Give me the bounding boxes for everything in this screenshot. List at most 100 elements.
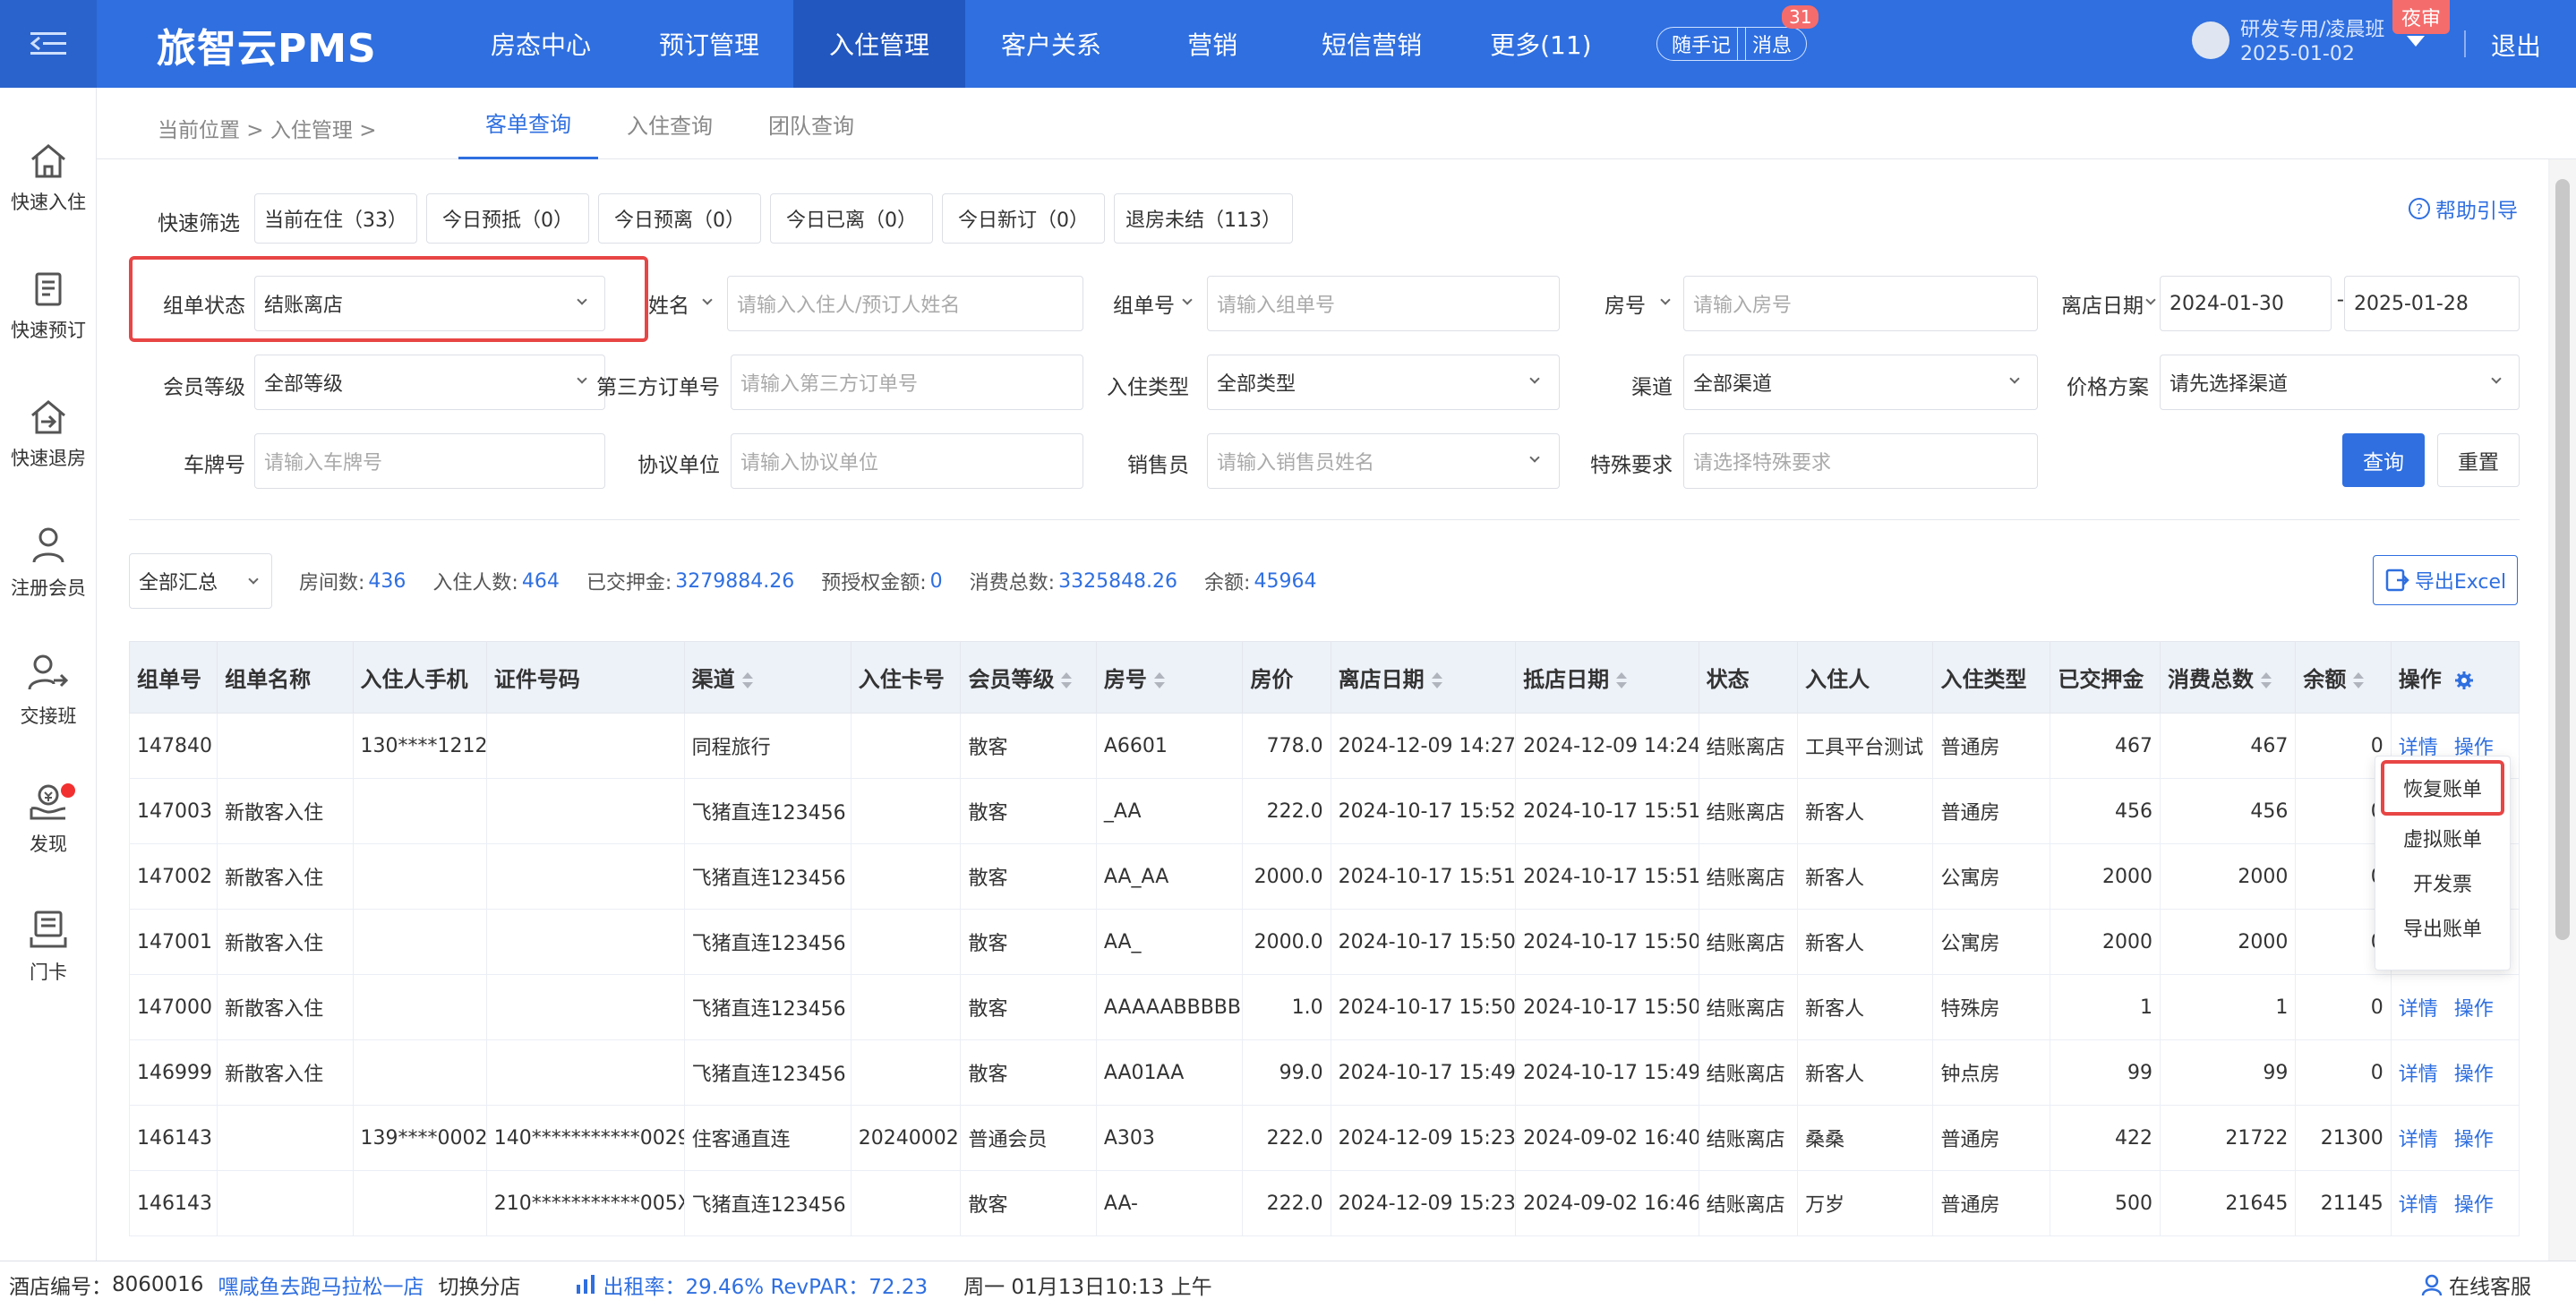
sidebar-item-room-card[interactable]: 门卡 <box>0 893 97 1001</box>
reset-button[interactable]: 重置 <box>2437 433 2520 487</box>
sort-icon[interactable] <box>2261 672 2272 688</box>
main-nav: 房态中心 预订管理 入住管理 客户关系 营销 短信营销 更多(11) <box>457 0 1626 88</box>
table-cell: 散客 <box>960 1170 1097 1236</box>
special-select[interactable]: 请选择特殊要求 <box>1683 433 2038 489</box>
action-link[interactable]: 操作 <box>2454 1194 2494 1217</box>
nav-checkin-management[interactable]: 入住管理 <box>793 0 966 88</box>
depart-date-from[interactable]: 2024-01-30 <box>2160 276 2332 331</box>
sales-select[interactable]: 请输入销售员姓名 <box>1207 433 1560 489</box>
sort-icon[interactable] <box>741 672 753 688</box>
logout-button[interactable]: 退出 <box>2491 27 2541 63</box>
sidebar-item-quick-checkin[interactable]: 快速入住 <box>0 125 97 233</box>
topbar-divider <box>2464 30 2466 57</box>
agreement-input[interactable]: 请输入协议单位 <box>731 433 1083 489</box>
export-excel-button[interactable]: 导出Excel <box>2373 555 2518 605</box>
switch-branch-button[interactable]: 切换分店 <box>438 1270 520 1300</box>
sort-icon[interactable] <box>1616 672 1628 688</box>
table-cell: 普通房 <box>1932 1170 2051 1236</box>
memo-button[interactable]: 随手记 <box>1656 27 1747 61</box>
menu-item-restore-bill[interactable]: 恢复账单 <box>2381 760 2504 816</box>
detail-link[interactable]: 详情 <box>2399 1129 2438 1151</box>
nav-customer-relations[interactable]: 客户关系 <box>965 0 1137 88</box>
col-balance[interactable]: 余额 <box>2295 641 2392 714</box>
table-cell: 99 <box>2050 1039 2161 1106</box>
sidebar-item-label: 注册会员 <box>11 577 86 599</box>
sort-icon[interactable] <box>1061 672 1073 688</box>
query-button[interactable]: 查询 <box>2342 433 2425 487</box>
sidebar-item-shift-handover[interactable]: 交接班 <box>0 637 97 745</box>
table-actions-cell: 详情操作 <box>2390 1105 2520 1171</box>
hotel-name[interactable]: 嘿咸鱼去跑马拉松一店 <box>218 1270 424 1300</box>
group-no-input[interactable]: 请输入组单号 <box>1207 276 1560 331</box>
table-cell: 467 <box>2050 713 2161 779</box>
col-member-level[interactable]: 会员等级 <box>960 641 1097 714</box>
detail-link[interactable]: 详情 <box>2399 1194 2438 1217</box>
room-no-label: 房号 <box>1605 295 1646 318</box>
message-button[interactable]: 消息 <box>1737 27 1808 61</box>
sidebar-item-quick-checkout[interactable]: 快速退房 <box>0 381 97 489</box>
sort-icon[interactable] <box>1153 672 1165 688</box>
user-info[interactable]: 研发专用/凌晨班 2025-01-02 <box>2240 18 2384 66</box>
tab-group-query[interactable]: 团队查询 <box>741 88 881 159</box>
help-guide-link[interactable]: ? 帮助引导 <box>2409 193 2518 224</box>
sort-icon[interactable] <box>2353 672 2365 688</box>
nav-more[interactable]: 更多(11) <box>1456 0 1625 88</box>
tab-checkin-query[interactable]: 入住查询 <box>600 88 740 159</box>
online-service-button[interactable]: 在线客服 <box>2449 1270 2531 1300</box>
detail-link[interactable]: 详情 <box>2399 1064 2438 1086</box>
menu-toggle-button[interactable] <box>0 0 97 88</box>
quick-filter-new-bookings[interactable]: 今日新订（0） <box>942 193 1105 244</box>
quick-filter-arrivals[interactable]: 今日预抵（0） <box>426 193 589 244</box>
nav-marketing[interactable]: 营销 <box>1137 0 1288 88</box>
room-no-input[interactable]: 请输入房号 <box>1683 276 2038 331</box>
sidebar-item-label: 门卡 <box>30 962 67 983</box>
channel-select[interactable]: 全部渠道 <box>1683 355 2038 410</box>
table-cell: 147003 <box>128 778 218 844</box>
scrollbar-thumb[interactable] <box>2555 179 2570 940</box>
action-link[interactable]: 操作 <box>2454 1129 2494 1151</box>
col-consumption[interactable]: 消费总数 <box>2160 641 2297 714</box>
menu-item-virtual-bill[interactable]: 虚拟账单 <box>2375 816 2510 860</box>
col-channel[interactable]: 渠道 <box>683 641 852 714</box>
menu-item-export-bill[interactable]: 导出账单 <box>2375 905 2510 950</box>
quick-filter-unsettled[interactable]: 退房未结（113） <box>1114 193 1293 244</box>
table-row: 147840 130****1212 同程旅行 散客 A6601 778.0 2024-12… <box>128 713 2520 779</box>
menu-item-invoice[interactable]: 开发票 <box>2375 860 2510 905</box>
avatar[interactable] <box>2192 21 2229 59</box>
quick-filter-departures[interactable]: 今日预离（0） <box>598 193 761 244</box>
nav-room-status[interactable]: 房态中心 <box>457 0 625 88</box>
group-status-highlight <box>129 256 648 342</box>
third-party-label: 第三方订单号 <box>596 376 720 399</box>
action-link[interactable]: 操作 <box>2454 1064 2494 1086</box>
table-cell: 普通会员 <box>960 1105 1097 1171</box>
table-cell: 0 <box>2295 974 2392 1040</box>
col-arrive-date[interactable]: 抵店日期 <box>1515 641 1699 714</box>
nav-sms-marketing[interactable]: 短信营销 <box>1288 0 1456 88</box>
table-actions-cell: 详情操作 <box>2390 974 2520 1040</box>
plate-input[interactable]: 请输入车牌号 <box>254 433 605 489</box>
third-party-input[interactable]: 请输入第三方订单号 <box>731 355 1083 410</box>
checkin-type-select[interactable]: 全部类型 <box>1207 355 1560 410</box>
sidebar-item-register-member[interactable]: 注册会员 <box>0 509 97 617</box>
quick-filter-departed[interactable]: 今日已离（0） <box>770 193 933 244</box>
tab-guest-order-query[interactable]: 客单查询 <box>458 88 598 159</box>
summary-scope-select[interactable]: 全部汇总 <box>129 553 272 609</box>
nav-reservation[interactable]: 预订管理 <box>625 0 793 88</box>
vertical-scrollbar[interactable] <box>2550 159 2576 1261</box>
sidebar-item-quick-booking[interactable]: 快速预订 <box>0 253 97 361</box>
price-plan-select[interactable]: 请先选择渠道 <box>2160 355 2520 410</box>
sidebar-item-discover[interactable]: 发现 <box>0 765 97 873</box>
depart-date-to[interactable]: 2025-01-28 <box>2344 276 2520 331</box>
table-cell: 散客 <box>960 843 1097 910</box>
member-level-select[interactable]: 全部等级 <box>254 355 605 410</box>
col-room-no[interactable]: 房号 <box>1095 641 1244 714</box>
action-link[interactable]: 操作 <box>2454 998 2494 1021</box>
col-depart-date[interactable]: 离店日期 <box>1330 641 1517 714</box>
quick-filter-in-house[interactable]: 当前在住（33） <box>254 193 417 244</box>
user-menu-caret-icon[interactable] <box>2407 36 2425 47</box>
sort-icon[interactable] <box>1431 672 1442 688</box>
name-input[interactable]: 请输入入住人/预订人姓名 <box>727 276 1083 331</box>
gear-icon[interactable] <box>2454 671 2474 690</box>
detail-link[interactable]: 详情 <box>2399 998 2438 1021</box>
chevron-down-icon <box>1182 295 1193 305</box>
